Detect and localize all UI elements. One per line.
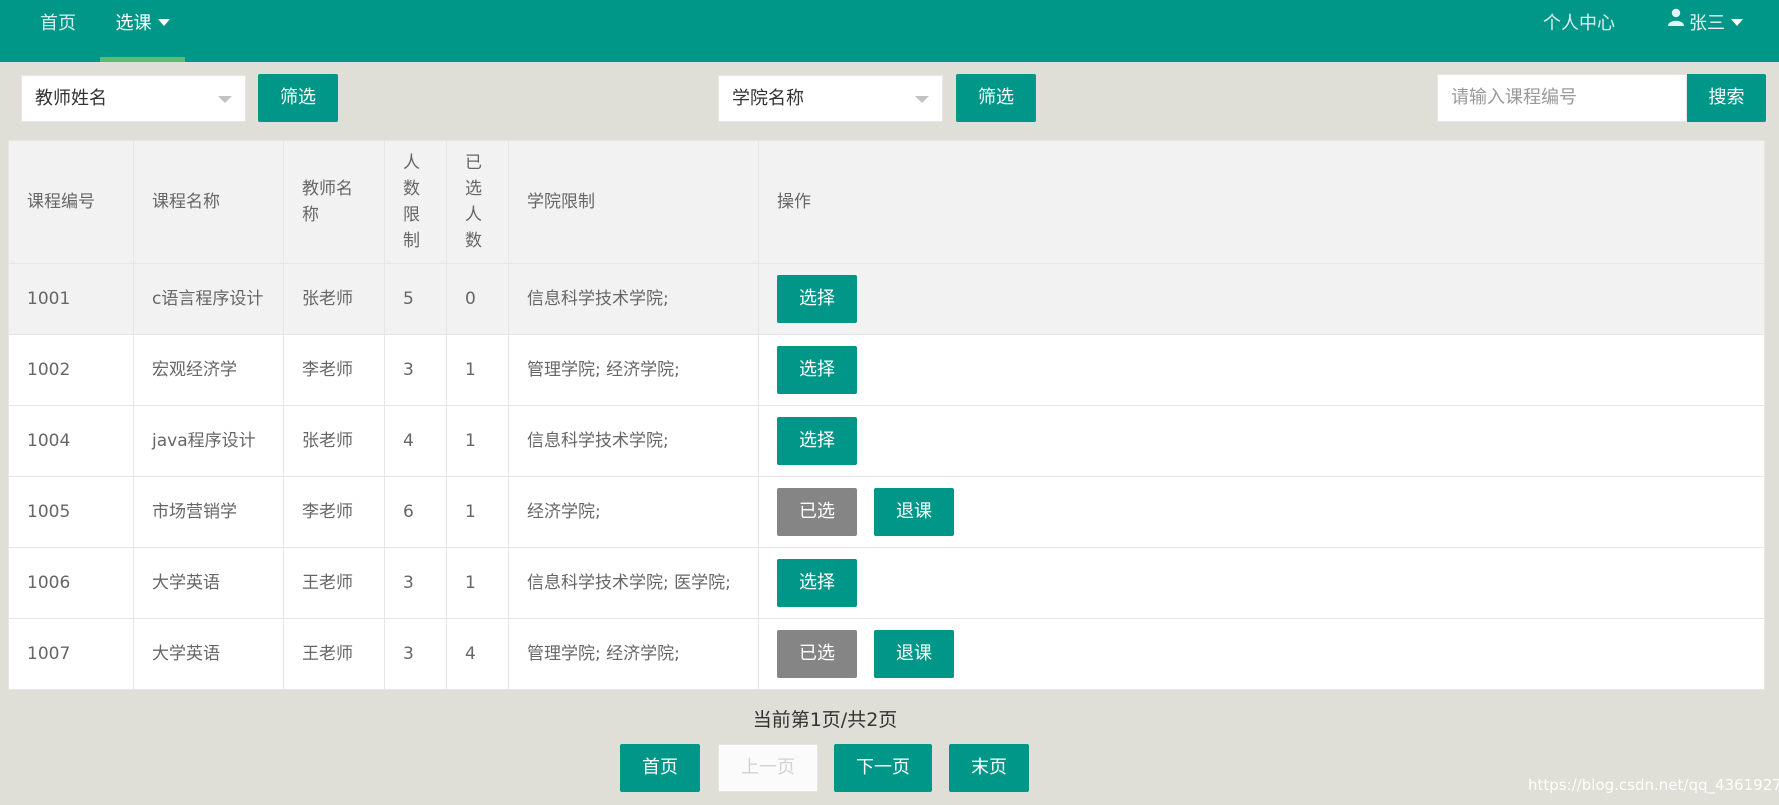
cell-course-id: 1005 <box>8 476 134 548</box>
header-limit: 人数限制 <box>384 140 447 264</box>
cell-college: 信息科学技术学院; <box>508 405 759 477</box>
cell-course-id: 1006 <box>8 547 134 619</box>
nav-course-label: 选课 <box>115 13 152 34</box>
cell-selected: 0 <box>446 263 509 335</box>
cell-college: 管理学院; 经济学院; <box>508 334 759 406</box>
header-course-id: 课程编号 <box>8 140 134 264</box>
header-teacher-name: 教师名称 <box>283 140 385 264</box>
select-course-button[interactable]: 选择 <box>777 559 857 607</box>
cell-teacher: 张老师 <box>283 405 385 477</box>
cell-course-id: 1002 <box>8 334 134 406</box>
select-course-button[interactable]: 选择 <box>777 275 857 323</box>
course-id-search-input[interactable]: 请输入课程编号 <box>1437 74 1687 122</box>
first-page-button[interactable]: 首页 <box>620 744 700 792</box>
nav-personal-center-link[interactable]: 个人中心 <box>1543 0 1615 62</box>
cell-selected: 1 <box>446 334 509 406</box>
teacher-name-select[interactable]: 教师姓名 <box>21 75 246 122</box>
cell-teacher: 李老师 <box>283 334 385 406</box>
table-row: 1004 java程序设计 张老师 4 1 信息科学技术学院; 选择 <box>8 405 1765 477</box>
user-name: 张三 <box>1689 13 1725 34</box>
search-button[interactable]: 搜索 <box>1687 74 1766 122</box>
cell-course-name: 大学英语 <box>133 547 284 619</box>
table-row: 1005 市场营销学 李老师 6 1 经济学院; 已选 退课 <box>8 476 1765 548</box>
cell-college: 管理学院; 经济学院; <box>508 618 759 690</box>
cell-actions: 已选 退课 <box>758 476 1765 548</box>
cell-limit: 4 <box>384 405 447 477</box>
nav-user-menu[interactable]: 张三 <box>1667 0 1743 62</box>
cell-selected: 4 <box>446 618 509 690</box>
college-name-select[interactable]: 学院名称 <box>718 75 943 122</box>
cell-course-name: java程序设计 <box>133 405 284 477</box>
cell-college: 信息科学技术学院; 医学院; <box>508 547 759 619</box>
top-nav: 首页 选课 个人中心 张三 <box>0 0 1779 62</box>
cell-limit: 5 <box>384 263 447 335</box>
cell-teacher: 王老师 <box>283 547 385 619</box>
prev-page-button[interactable]: 上一页 <box>718 744 818 792</box>
nav-active-indicator <box>100 57 185 62</box>
table-row: 1001 c语言程序设计 张老师 5 0 信息科学技术学院; 选择 <box>8 263 1765 335</box>
table-row: 1006 大学英语 王老师 3 1 信息科学技术学院; 医学院; 选择 <box>8 547 1765 619</box>
already-selected-button[interactable]: 已选 <box>777 488 857 536</box>
cell-selected: 1 <box>446 405 509 477</box>
cell-limit: 3 <box>384 547 447 619</box>
cell-course-id: 1004 <box>8 405 134 477</box>
drop-course-button[interactable]: 退课 <box>874 488 954 536</box>
cell-selected: 1 <box>446 547 509 619</box>
cell-course-name: c语言程序设计 <box>133 263 284 335</box>
teacher-filter-button[interactable]: 筛选 <box>258 74 338 122</box>
select-course-button[interactable]: 选择 <box>777 346 857 394</box>
table-row: 1007 大学英语 王老师 3 4 管理学院; 经济学院; 已选 退课 <box>8 618 1765 690</box>
cell-actions: 选择 <box>758 334 1765 406</box>
already-selected-button[interactable]: 已选 <box>777 630 857 678</box>
cell-selected: 1 <box>446 476 509 548</box>
cell-actions: 选择 <box>758 405 1765 477</box>
table-row: 1002 宏观经济学 李老师 3 1 管理学院; 经济学院; 选择 <box>8 334 1765 406</box>
teacher-select-value: 教师姓名 <box>35 88 107 109</box>
last-page-button[interactable]: 末页 <box>949 744 1029 792</box>
page-info: 当前第1页/共2页 <box>752 709 898 731</box>
cell-actions: 已选 退课 <box>758 618 1765 690</box>
cell-teacher: 张老师 <box>283 263 385 335</box>
nav-course-menu[interactable]: 选课 <box>100 0 185 62</box>
cell-limit: 6 <box>384 476 447 548</box>
next-page-button[interactable]: 下一页 <box>834 744 932 792</box>
cell-course-id: 1007 <box>8 618 134 690</box>
watermark: https://blog.csdn.net/qq_43619271 <box>1528 776 1779 794</box>
college-select-value: 学院名称 <box>732 88 804 109</box>
course-table: 课程编号 课程名称 教师名称 人数限制 已选人数 学院限制 操作 1001 c语… <box>8 140 1765 690</box>
drop-course-button[interactable]: 退课 <box>874 630 954 678</box>
cell-course-id: 1001 <box>8 263 134 335</box>
college-filter-button[interactable]: 筛选 <box>956 74 1036 122</box>
header-college-limit: 学院限制 <box>508 140 759 264</box>
caret-down-icon <box>157 18 170 26</box>
nav-home-link[interactable]: 首页 <box>40 0 76 62</box>
cell-actions: 选择 <box>758 263 1765 335</box>
chevron-down-icon <box>915 96 929 103</box>
cell-teacher: 李老师 <box>283 476 385 548</box>
chevron-down-icon <box>218 96 232 103</box>
header-selected-count: 已选人数 <box>446 140 509 264</box>
header-actions: 操作 <box>758 140 1765 264</box>
cell-teacher: 王老师 <box>283 618 385 690</box>
header-course-name: 课程名称 <box>133 140 284 264</box>
cell-limit: 3 <box>384 334 447 406</box>
cell-course-name: 宏观经济学 <box>133 334 284 406</box>
table-header-row: 课程编号 课程名称 教师名称 人数限制 已选人数 学院限制 操作 <box>8 140 1765 264</box>
cell-actions: 选择 <box>758 547 1765 619</box>
cell-limit: 3 <box>384 618 447 690</box>
cell-college: 经济学院; <box>508 476 759 548</box>
cell-college: 信息科学技术学院; <box>508 263 759 335</box>
select-course-button[interactable]: 选择 <box>777 417 857 465</box>
cell-course-name: 市场营销学 <box>133 476 284 548</box>
cell-course-name: 大学英语 <box>133 618 284 690</box>
user-icon <box>1667 0 1685 45</box>
caret-down-icon <box>1731 18 1743 26</box>
